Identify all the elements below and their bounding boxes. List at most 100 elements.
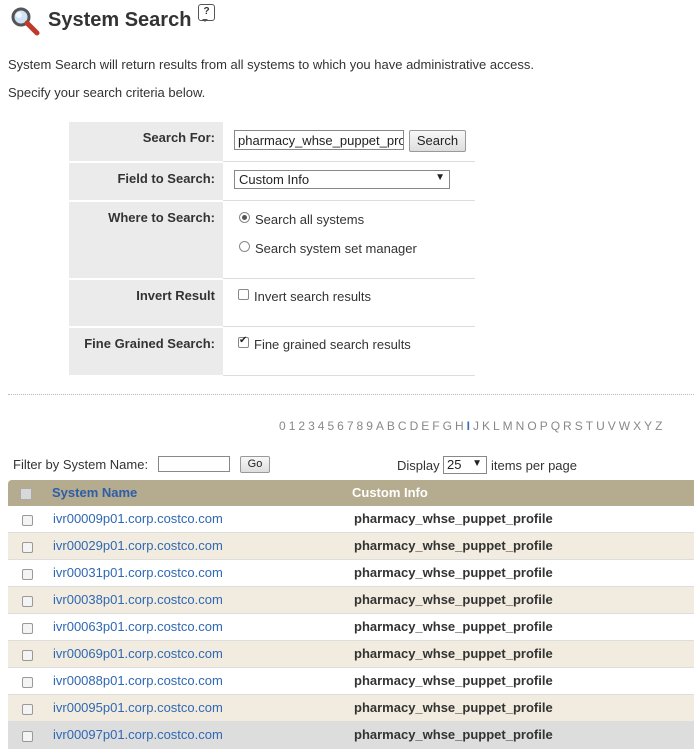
system-name-link[interactable]: ivr00031p01.corp.costco.com [53, 565, 223, 580]
description-line-2: Specify your search criteria below. [8, 85, 206, 100]
search-button[interactable]: Search [409, 130, 466, 152]
alphabet-link[interactable]: T [586, 419, 593, 433]
system-name-link[interactable]: ivr00063p01.corp.costco.com [53, 619, 223, 634]
row-checkbox[interactable] [22, 569, 33, 580]
results-table: System Name Custom Info ivr00009p01.corp… [8, 480, 694, 749]
system-name-link[interactable]: ivr00038p01.corp.costco.com [53, 592, 223, 607]
table-row: ivr00009p01.corp.costco.com pharmacy_whse… [8, 506, 694, 533]
search-for-label: Search For: [142, 130, 215, 145]
row-checkbox[interactable] [22, 596, 33, 607]
alphabet-link[interactable]: O [527, 419, 536, 433]
alphabet-link[interactable]: F [432, 419, 439, 433]
alphabet-link[interactable]: 7 [347, 419, 354, 433]
custom-info-value: pharmacy_whse_puppet_profile [354, 592, 553, 607]
alphabet-link[interactable]: A [376, 419, 384, 433]
filter-system-name-input[interactable] [158, 456, 230, 472]
divider [8, 394, 694, 395]
system-name-link[interactable]: ivr00069p01.corp.costco.com [53, 646, 223, 661]
magnifying-glass-icon [11, 7, 40, 36]
alphabet-link[interactable]: L [493, 419, 500, 433]
alphabet-link[interactable]: X [633, 419, 641, 433]
alphabet-link[interactable]: U [596, 419, 605, 433]
alphabet-link[interactable]: W [619, 419, 630, 433]
table-row: ivr00063p01.corp.costco.com pharmacy_whse… [8, 614, 694, 641]
row-checkbox[interactable] [22, 542, 33, 553]
alphabet-link[interactable]: 6 [337, 419, 344, 433]
search-all-systems-label[interactable]: Search all systems [255, 212, 364, 227]
alphabet-link[interactable]: H [455, 419, 464, 433]
alphabet-link[interactable]: P [540, 419, 548, 433]
items-per-page-value: 25 [447, 457, 462, 472]
alphabet-link[interactable]: E [421, 419, 429, 433]
alphabet-link[interactable]: D [410, 419, 419, 433]
alphabet-link[interactable]: J [473, 419, 479, 433]
alphabet-link[interactable]: M [503, 419, 513, 433]
invert-results-checkbox[interactable] [238, 289, 249, 300]
alphabet-link[interactable]: N [516, 419, 525, 433]
custom-info-value: pharmacy_whse_puppet_profile [354, 538, 553, 553]
question-mark-bubble-icon[interactable]: ? [198, 4, 215, 22]
alphabet-link[interactable]: 9 [366, 419, 373, 433]
invert-results-label[interactable]: Invert search results [254, 289, 371, 304]
field-to-search-select[interactable]: Custom Info ▼ [234, 170, 450, 189]
custom-info-value: pharmacy_whse_puppet_profile [354, 673, 553, 688]
select-all-checkbox[interactable] [20, 488, 32, 500]
table-body: ivr00009p01.corp.costco.com pharmacy_whse… [8, 506, 694, 749]
system-name-link[interactable]: ivr00009p01.corp.costco.com [53, 511, 223, 526]
table-row: ivr00097p01.corp.costco.com pharmacy_whse… [8, 722, 694, 749]
system-name-link[interactable]: ivr00029p01.corp.costco.com [53, 538, 223, 553]
custom-info-value: pharmacy_whse_puppet_profile [354, 700, 553, 715]
alphabet-link[interactable]: K [482, 419, 490, 433]
system-name-link[interactable]: ivr00088p01.corp.costco.com [53, 673, 223, 688]
description-line-1: System Search will return results from a… [8, 57, 534, 72]
alphabet-link[interactable]: Z [655, 419, 662, 433]
alphabet-link[interactable]: C [398, 419, 407, 433]
alphabet-link[interactable]: 5 [327, 419, 334, 433]
alphabet-link[interactable]: V [608, 419, 616, 433]
fine-grained-search-label: Fine Grained Search: [84, 335, 215, 351]
custom-info-value: pharmacy_whse_puppet_profile [354, 511, 553, 526]
alphabet-navigation: 0123456789ABCDEFGHIJKLMNOPQRSTUVWXYZ [279, 419, 665, 433]
alphabet-link[interactable]: 8 [357, 419, 364, 433]
row-checkbox[interactable] [22, 515, 33, 526]
display-label: Display [397, 458, 440, 473]
field-to-search-label: Field to Search: [117, 170, 215, 186]
system-name-link[interactable]: ivr00097p01.corp.costco.com [53, 727, 223, 742]
search-all-systems-radio[interactable] [239, 212, 250, 223]
column-system-name[interactable]: System Name [52, 485, 137, 500]
field-to-search-value: Custom Info [239, 172, 310, 187]
alphabet-link[interactable]: 3 [308, 419, 315, 433]
alphabet-link[interactable]: I [467, 419, 470, 433]
table-row: ivr00029p01.corp.costco.com pharmacy_whse… [8, 533, 694, 560]
filter-go-button[interactable]: Go [240, 456, 270, 473]
filter-label: Filter by System Name: [13, 457, 149, 472]
table-row: ivr00069p01.corp.costco.com pharmacy_whse… [8, 641, 694, 668]
row-checkbox[interactable] [22, 704, 33, 715]
page-title: System Search [48, 9, 192, 31]
system-name-link[interactable]: ivr00095p01.corp.costco.com [53, 700, 223, 715]
alphabet-link[interactable]: R [563, 419, 572, 433]
row-checkbox[interactable] [22, 677, 33, 688]
fine-grained-label[interactable]: Fine grained search results [254, 337, 411, 352]
alphabet-link[interactable]: 2 [298, 419, 305, 433]
alphabet-link[interactable]: 1 [289, 419, 296, 433]
alphabet-link[interactable]: B [387, 419, 395, 433]
items-per-page-select[interactable]: 25 ▼ [443, 456, 487, 474]
search-ssm-radio[interactable] [239, 241, 250, 252]
alphabet-link[interactable]: G [443, 419, 452, 433]
search-ssm-label[interactable]: Search system set manager [255, 241, 417, 256]
alphabet-link[interactable]: Y [644, 419, 652, 433]
table-row: ivr00038p01.corp.costco.com pharmacy_whse… [8, 587, 694, 614]
alphabet-link[interactable]: 4 [318, 419, 325, 433]
table-row: ivr00095p01.corp.costco.com pharmacy_whse… [8, 695, 694, 722]
search-input[interactable]: pharmacy_whse_puppet_pro [234, 130, 404, 150]
row-checkbox[interactable] [22, 650, 33, 661]
alphabet-link[interactable]: Q [551, 419, 560, 433]
row-checkbox[interactable] [22, 731, 33, 742]
alphabet-link[interactable]: S [575, 419, 583, 433]
alphabet-link[interactable]: 0 [279, 419, 286, 433]
table-row: ivr00031p01.corp.costco.com pharmacy_whse… [8, 560, 694, 587]
row-checkbox[interactable] [22, 623, 33, 634]
custom-info-value: pharmacy_whse_puppet_profile [354, 565, 553, 580]
fine-grained-checkbox[interactable] [238, 335, 249, 348]
